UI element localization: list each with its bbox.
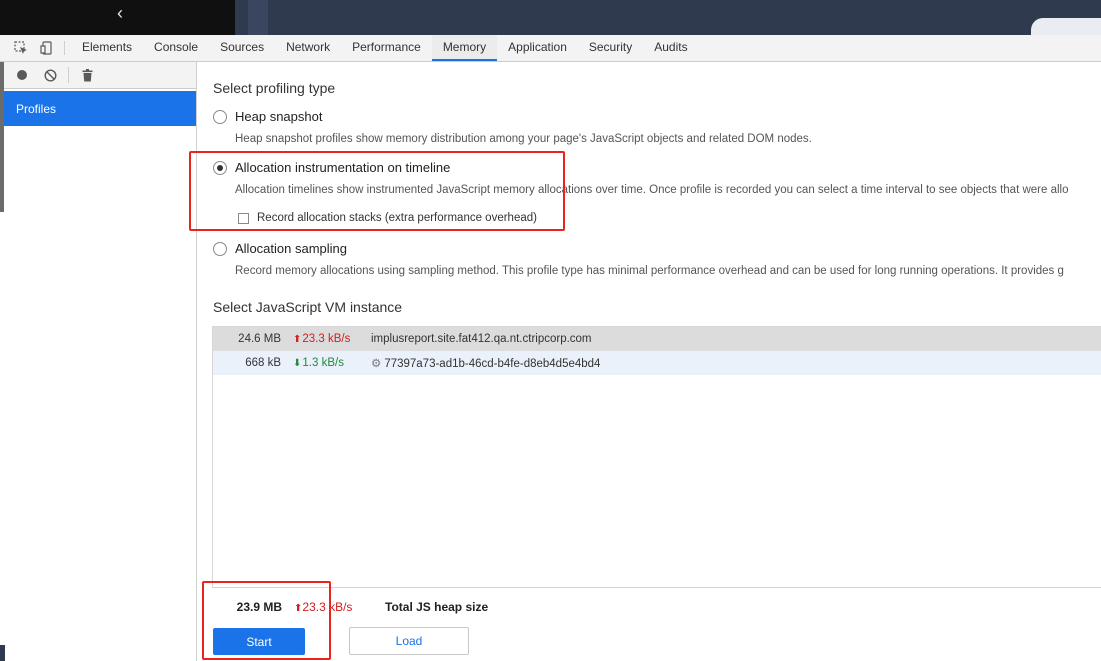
tab-console[interactable]: Console bbox=[143, 35, 209, 61]
vm-heap-size: 24.6 MB bbox=[238, 333, 281, 345]
vm-rate-value: 1.3 kB/s bbox=[302, 357, 344, 369]
profiles-sidebar: Profiles bbox=[0, 62, 197, 661]
window-stripe bbox=[248, 0, 268, 35]
radio-button[interactable] bbox=[213, 109, 227, 124]
vm-instance-row[interactable]: 668 kB ⬇1.3 kB/s ⚙ 77397a73-ad1b-46cd-b4f… bbox=[213, 351, 1101, 375]
load-button[interactable]: Load bbox=[349, 627, 469, 655]
record-icon[interactable] bbox=[10, 65, 34, 85]
gear-icon: ⚙ bbox=[371, 358, 382, 370]
tab-sources[interactable]: Sources bbox=[209, 35, 275, 61]
vm-heap-size: 668 kB bbox=[245, 357, 281, 369]
option-heap-snapshot[interactable]: Heap snapshot bbox=[213, 109, 322, 124]
checkbox-label: Record allocation stacks (extra performa… bbox=[257, 212, 537, 224]
start-button[interactable]: Start bbox=[213, 628, 305, 655]
total-rate-value: 23.3 kB/s bbox=[302, 600, 353, 614]
trash-icon[interactable] bbox=[75, 65, 99, 85]
option-allocation-sampling[interactable]: Allocation sampling bbox=[213, 241, 347, 256]
vm-instance-name: implusreport.site.fat412.qa.nt.ctripcorp… bbox=[371, 333, 592, 345]
vm-instance-row[interactable]: 24.6 MB ⬆23.3 kB/s implusreport.site.fat… bbox=[213, 327, 1101, 351]
option-description: Record memory allocations using sampling… bbox=[235, 265, 1064, 277]
arrow-down-icon: ⬇ bbox=[293, 358, 302, 369]
vm-rate-value: 23.3 kB/s bbox=[302, 333, 351, 345]
option-label: Heap snapshot bbox=[235, 109, 323, 124]
total-heap-label: Total JS heap size bbox=[385, 600, 489, 614]
top-window-bar: ‹ bbox=[0, 0, 1101, 35]
vm-heap-rate: ⬇1.3 kB/s bbox=[281, 357, 371, 369]
profiles-toolbar bbox=[0, 62, 196, 89]
page-decoration bbox=[1031, 18, 1101, 35]
radio-button[interactable] bbox=[213, 241, 227, 256]
total-heap-rate: ⬆23.3 kB/s bbox=[294, 600, 352, 614]
vm-instance-title: Select JavaScript VM instance bbox=[213, 299, 403, 315]
option-label: Allocation instrumentation on timeline bbox=[235, 160, 451, 175]
radio-button-checked[interactable] bbox=[213, 160, 227, 175]
record-stacks-checkbox[interactable] bbox=[238, 212, 249, 224]
clear-icon[interactable] bbox=[38, 65, 62, 85]
option-description: Allocation timelines show instrumented J… bbox=[235, 184, 1069, 196]
left-edge-bar bbox=[0, 62, 4, 212]
device-toggle-icon[interactable] bbox=[34, 35, 60, 61]
chevron-left-icon[interactable]: ‹ bbox=[110, 4, 130, 24]
tab-separator bbox=[64, 41, 65, 55]
profiling-type-title: Select profiling type bbox=[213, 80, 336, 96]
vm-instance-list: 24.6 MB ⬆23.3 kB/s implusreport.site.fat… bbox=[212, 326, 1101, 588]
vm-heap-rate: ⬆23.3 kB/s bbox=[281, 333, 371, 345]
sidebar-item-profiles[interactable]: Profiles bbox=[0, 91, 196, 126]
total-heap-size: 23.9 MB bbox=[236, 600, 282, 614]
vm-instance-id: 77397a73-ad1b-46cd-b4fe-d8eb4d5e4bd4 bbox=[384, 358, 601, 370]
tab-application[interactable]: Application bbox=[497, 35, 578, 61]
vm-instance-name: ⚙ 77397a73-ad1b-46cd-b4fe-d8eb4d5e4bd4 bbox=[371, 356, 600, 370]
option-label: Allocation sampling bbox=[235, 241, 348, 256]
tab-memory[interactable]: Memory bbox=[431, 35, 498, 61]
memory-panel: Select profiling type Heap snapshot Heap… bbox=[198, 62, 1101, 661]
tab-performance[interactable]: Performance bbox=[341, 35, 432, 61]
inspect-element-icon[interactable] bbox=[8, 35, 34, 61]
tab-network[interactable]: Network bbox=[275, 35, 341, 61]
devtools-tab-strip: Elements Console Sources Network Perform… bbox=[0, 35, 1101, 62]
option-description: Heap snapshot profiles show memory distr… bbox=[235, 133, 812, 145]
toolbar-separator bbox=[68, 67, 69, 83]
arrow-up-icon: ⬆ bbox=[293, 334, 302, 345]
tab-security[interactable]: Security bbox=[578, 35, 643, 61]
tab-elements[interactable]: Elements bbox=[71, 35, 143, 61]
tab-audits[interactable]: Audits bbox=[643, 35, 698, 61]
record-stacks-option[interactable]: Record allocation stacks (extra performa… bbox=[238, 212, 537, 224]
bottom-edge-bar bbox=[0, 645, 5, 661]
option-allocation-timeline[interactable]: Allocation instrumentation on timeline bbox=[213, 160, 450, 175]
